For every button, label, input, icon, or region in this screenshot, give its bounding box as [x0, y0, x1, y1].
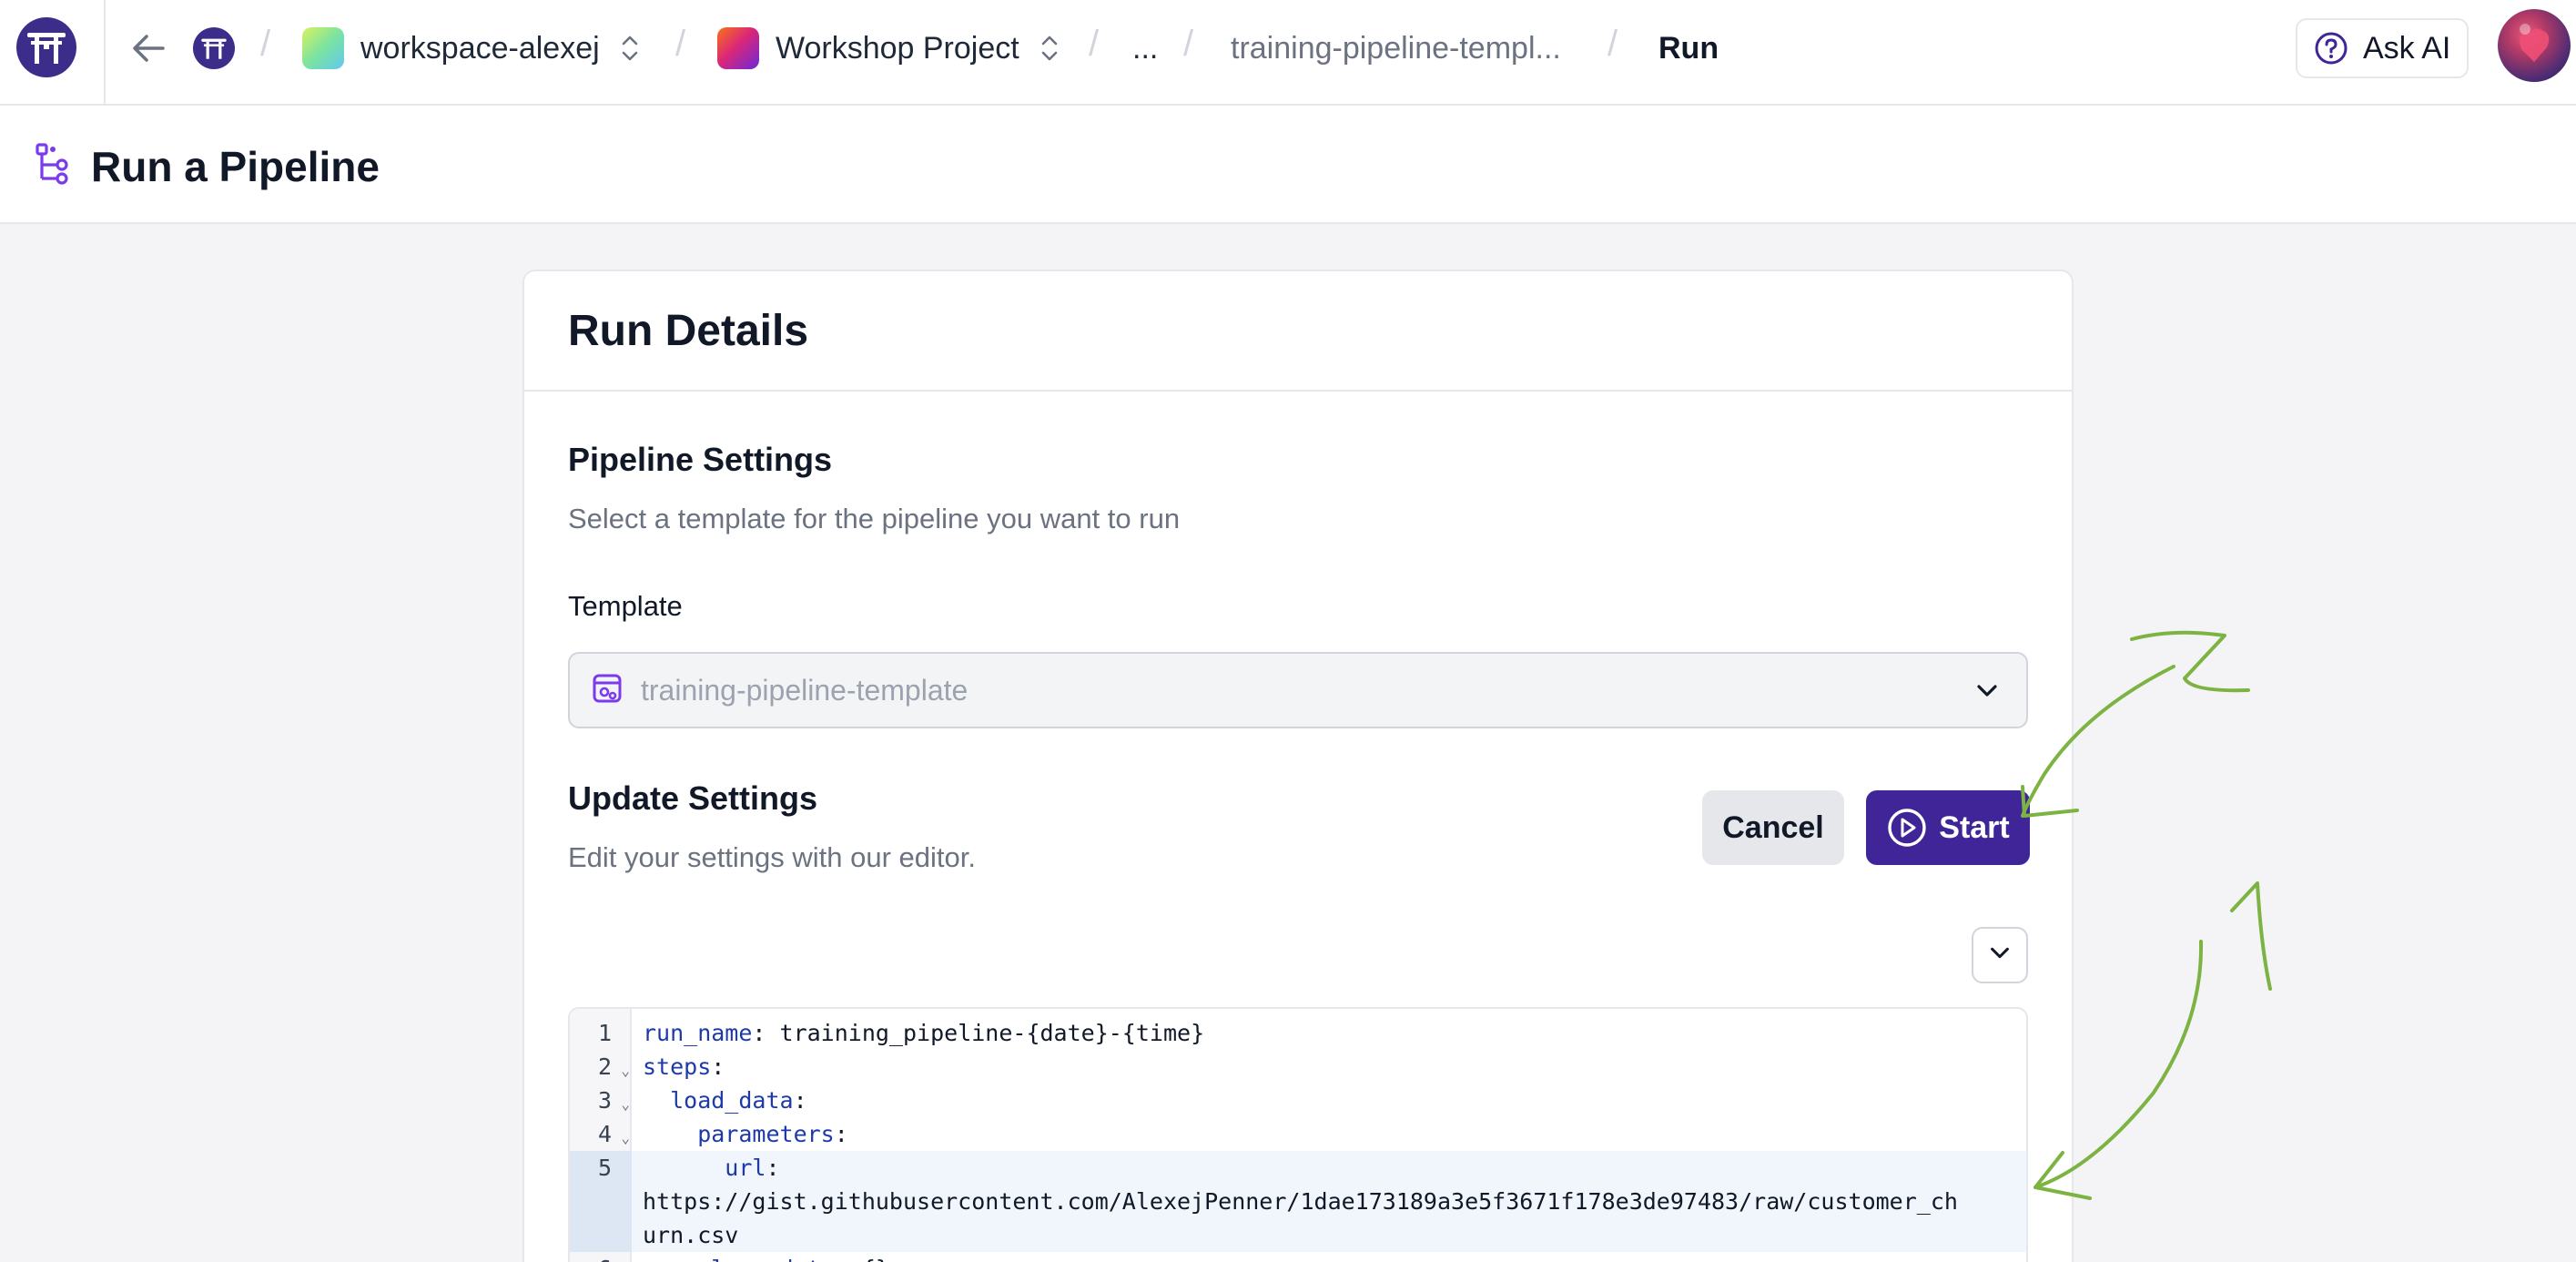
yaml-value: : [766, 1155, 780, 1181]
code-line-wrapped[interactable]: https://gist.githubusercontent.com/Alexe… [570, 1185, 2026, 1218]
card-header: Run Details [524, 271, 2072, 392]
line-number [570, 1218, 632, 1252]
ask-ai-label: Ask AI [2363, 30, 2451, 66]
breadcrumb-separator: / [675, 24, 686, 64]
server-logo-icon[interactable] [193, 27, 235, 69]
chevron-down-icon [1973, 677, 2001, 709]
breadcrumb-ellipsis[interactable]: ... [1132, 0, 1158, 97]
breadcrumb-workspace[interactable]: workspace-alexej [302, 0, 640, 97]
breadcrumb-project[interactable]: Workshop Project [717, 0, 1060, 97]
line-number: 3 [597, 1087, 612, 1114]
code-line[interactable]: 2 ⌄ steps: [570, 1050, 2026, 1084]
yaml-key: explore_data [643, 1256, 835, 1262]
start-button-label: Start [1939, 809, 2010, 845]
code-line[interactable]: 1 run_name: training_pipeline-{date}-{ti… [570, 1016, 2026, 1050]
run-details-card: Run Details Pipeline Settings Select a t… [522, 270, 2074, 1262]
chevron-up-down-icon[interactable] [1040, 33, 1060, 64]
line-number: 4 [597, 1121, 612, 1147]
yaml-value: : [834, 1121, 848, 1147]
update-settings-description: Edit your settings with our editor. [568, 841, 977, 873]
fold-chevron-icon[interactable]: ⌄ [621, 1087, 630, 1121]
card-title: Run Details [568, 306, 809, 355]
template-select[interactable]: training-pipeline-template [568, 652, 2028, 728]
yaml-editor[interactable]: 1 run_name: training_pipeline-{date}-{ti… [568, 1007, 2028, 1262]
template-icon [592, 673, 623, 708]
pipeline-settings-title: Pipeline Settings [568, 441, 833, 478]
page-title: Run a Pipeline [91, 143, 380, 190]
ask-ai-button[interactable]: Ask AI [2296, 18, 2469, 78]
line-number: 5 [570, 1151, 632, 1185]
app-logo-icon[interactable] [16, 17, 76, 77]
fold-chevron-icon[interactable]: ⌄ [621, 1121, 630, 1155]
pipeline-name: training-pipeline-templ... [1231, 30, 1561, 66]
page-header: Run a Pipeline [0, 106, 2576, 224]
breadcrumb-current: Run [1658, 0, 1719, 97]
yaml-key: steps [643, 1053, 712, 1080]
update-settings-title: Update Settings [568, 779, 818, 817]
workspace-avatar-icon [302, 27, 344, 69]
breadcrumb-ellipsis-label: ... [1132, 30, 1159, 66]
breadcrumb-pipeline[interactable]: training-pipeline-templ... [1231, 0, 1561, 97]
breadcrumb-separator: / [1089, 24, 1100, 64]
collapse-editor-button[interactable] [1972, 927, 2028, 983]
code-line[interactable]: 3 ⌄ load_data: [570, 1084, 2026, 1117]
yaml-url-value: urn.csv [643, 1222, 739, 1248]
yaml-key: load_data [643, 1087, 794, 1114]
chevron-down-icon [1987, 941, 2013, 971]
yaml-url-value: https://gist.githubusercontent.com/Alexe… [643, 1188, 1958, 1215]
line-number: 2 [597, 1053, 612, 1080]
line-number [570, 1185, 632, 1218]
logo-divider [104, 0, 106, 106]
code-line[interactable]: 4 ⌄ parameters: [570, 1117, 2026, 1151]
question-circle-icon [2314, 31, 2348, 66]
code-line-active[interactable]: 5 url: [570, 1151, 2026, 1185]
current-page-label: Run [1658, 30, 1719, 66]
yaml-key: run_name [643, 1020, 753, 1046]
breadcrumb-separator: / [260, 24, 271, 64]
yaml-value: : [711, 1053, 725, 1080]
code-line[interactable]: 6 explore_data: {} [570, 1252, 2026, 1262]
workspace-name: workspace-alexej [360, 30, 600, 66]
fold-chevron-icon[interactable]: ⌄ [621, 1053, 630, 1087]
project-avatar-icon [717, 27, 759, 69]
start-button[interactable]: Start [1866, 790, 2030, 865]
code-line-wrapped[interactable]: urn.csv [570, 1218, 2026, 1252]
template-label: Template [568, 590, 683, 622]
pipeline-icon [35, 142, 75, 192]
yaml-value: : [793, 1087, 807, 1114]
cancel-button[interactable]: Cancel [1702, 790, 1844, 865]
back-arrow-icon[interactable] [127, 27, 169, 69]
user-avatar[interactable] [2498, 9, 2571, 82]
yaml-value: : {} [835, 1256, 889, 1262]
pipeline-settings-description: Select a template for the pipeline you w… [568, 503, 1181, 534]
number-2-annotation-icon [2130, 630, 2250, 693]
line-number: 6 [570, 1252, 632, 1262]
yaml-value: : training_pipeline-{date}-{time} [752, 1020, 1205, 1046]
yaml-key: parameters [643, 1121, 835, 1147]
template-value: training-pipeline-template [641, 673, 969, 707]
yaml-key: url [643, 1155, 766, 1181]
line-number: 1 [597, 1020, 612, 1046]
top-navigation-bar: / workspace-alexej / Workshop Project / … [0, 0, 2576, 106]
breadcrumb-separator: / [1607, 24, 1618, 64]
project-name: Workshop Project [776, 30, 1019, 66]
chevron-up-down-icon[interactable] [620, 33, 640, 64]
play-circle-icon [1886, 807, 1928, 849]
breadcrumb-separator: / [1183, 24, 1194, 64]
number-1-annotation-icon [2230, 881, 2272, 991]
